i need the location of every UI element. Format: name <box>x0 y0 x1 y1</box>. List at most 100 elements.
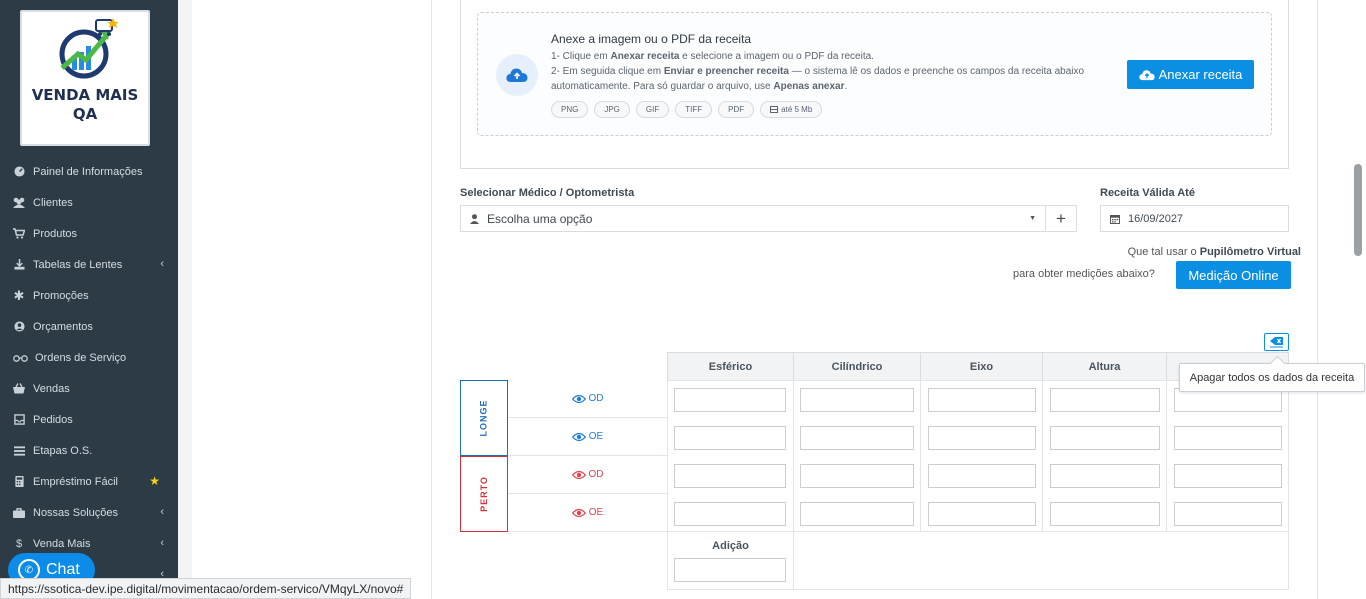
sidebar-item-etapas[interactable]: Etapas O.S. <box>0 435 178 466</box>
longe-oe-cilindrico-input[interactable] <box>800 426 914 450</box>
logo[interactable]: VENDA MAIS QA <box>20 10 150 146</box>
adicao-input[interactable] <box>674 558 786 582</box>
upload-text-bold: Apenas anexar <box>773 81 845 92</box>
group-perto: PERTO <box>460 456 508 532</box>
perto-oe-cilindrico-input[interactable] <box>800 502 914 526</box>
longe-oe-altura-input[interactable] <box>1050 426 1160 450</box>
cloud-upload-icon <box>1138 69 1155 80</box>
eye-label-text: OD <box>588 393 604 404</box>
upload-text-bold: Enviar e preencher receita <box>663 66 789 77</box>
basket-icon <box>12 382 26 396</box>
group-perto-label: PERTO <box>479 476 489 512</box>
star-icon: ★ <box>149 474 160 488</box>
col-divider <box>793 380 794 532</box>
sidebar-item-pedidos[interactable]: Pedidos <box>0 404 178 435</box>
download-icon <box>12 258 26 272</box>
logo-line2: QA <box>72 105 98 123</box>
sidebar-item-label: Orçamentos <box>33 320 93 333</box>
eye-label-text: OE <box>588 431 604 442</box>
sidebar-item-ordens[interactable]: Ordens de Serviço <box>0 342 178 373</box>
logo-text: VENDA MAIS QA <box>22 86 148 124</box>
eye-label-text: OE <box>588 507 604 518</box>
sidebar-item-label: Painel de Informações <box>33 165 143 178</box>
user-circle-icon <box>12 320 26 334</box>
perto-oe-altura-input[interactable] <box>1050 502 1160 526</box>
eye-label-perto-oe: OE <box>508 494 667 532</box>
perto-od-esferico-input[interactable] <box>674 464 786 488</box>
chip-jpg: JPG <box>594 101 630 118</box>
attach-button-label: Anexar receita <box>1158 67 1243 82</box>
upload-text: . <box>844 81 848 92</box>
sidebar-item-painel[interactable]: Painel de Informações <box>0 156 178 187</box>
chevron-left-icon: ‹ <box>160 537 164 549</box>
longe-od-altura-input[interactable] <box>1050 388 1160 412</box>
sidebar-item-produtos[interactable]: Produtos <box>0 218 178 249</box>
eraser-tooltip: Apagar todos os dados da receita <box>1179 363 1365 392</box>
chevron-left-icon: ‹ <box>160 506 164 518</box>
sidebar-item-orcamentos[interactable]: Orçamentos <box>0 311 178 342</box>
chip-pdf: PDF <box>718 101 755 118</box>
doctor-select[interactable]: Escolha uma opção ▼ <box>460 205 1046 232</box>
eye-label-perto-od: OD <box>508 456 667 494</box>
chip-gif: GIF <box>635 101 670 118</box>
upload-text-bold: Anexar receita <box>610 51 680 62</box>
group-longe-label: LONGE <box>478 399 489 437</box>
longe-od-esferico-input[interactable] <box>674 388 786 412</box>
longe-oe-esferico-input[interactable] <box>674 426 786 450</box>
briefcase-icon <box>12 506 26 520</box>
eye-label-longe-od: OD <box>508 380 667 418</box>
perto-oe-eixo-input[interactable] <box>928 502 1036 526</box>
sidebar-item-label: Ordens de Serviço <box>35 351 127 364</box>
file-type-chips: PNG JPG GIF TIFF PDF até 5 Mb <box>551 101 823 118</box>
sidebar-item-emprestimo[interactable]: Empréstimo Fácil ★ <box>0 466 178 497</box>
pupilometer-text-a: Que tal usar o <box>1127 246 1200 258</box>
col-header-esferico: Esférico <box>667 352 794 381</box>
perto-od-cilindrico-input[interactable] <box>800 464 914 488</box>
clear-prescription-button[interactable] <box>1264 333 1289 351</box>
longe-od-eixo-input[interactable] <box>928 388 1036 412</box>
validity-date-input[interactable]: 16/09/2027 <box>1100 205 1289 232</box>
panel-border-left <box>431 0 432 599</box>
sidebar-item-solucoes[interactable]: Nossas Soluções ‹ <box>0 497 178 528</box>
longe-od-cilindrico-input[interactable] <box>800 388 914 412</box>
perto-od-extra-input[interactable] <box>1174 464 1282 488</box>
upload-title: Anexe a imagem ou o PDF da receita <box>551 32 752 46</box>
database-icon <box>770 106 779 113</box>
perto-oe-extra-input[interactable] <box>1174 502 1282 526</box>
status-bar-url: https://ssotica-dev.ipe.digital/moviment… <box>0 578 412 599</box>
sidebar-item-promocoes[interactable]: ✱ Promoções <box>0 280 178 311</box>
col-header-altura: Altura <box>1042 352 1167 381</box>
perto-oe-esferico-input[interactable] <box>674 502 786 526</box>
col-divider <box>1166 380 1167 532</box>
add-doctor-button[interactable]: + <box>1045 205 1077 232</box>
asterisk-icon: ✱ <box>13 287 25 303</box>
pupilometer-text-c: para obter medições abaixo? <box>1013 268 1155 280</box>
doctor-select-value: Escolha uma opção <box>487 211 593 226</box>
longe-oe-extra-input[interactable] <box>1174 426 1282 450</box>
sidebar-item-label: Nossas Soluções <box>33 506 118 519</box>
sidebar-item-label: Clientes <box>33 196 73 209</box>
inbox-icon <box>12 413 26 427</box>
eraser-icon <box>1270 337 1283 348</box>
user-icon <box>470 213 479 224</box>
sidebar-item-clientes[interactable]: Clientes <box>0 187 178 218</box>
pupilometer-text-bold: Pupilômetro Virtual <box>1199 246 1301 258</box>
chip-png: PNG <box>551 101 589 118</box>
chip-size: até 5 Mb <box>760 101 823 118</box>
longe-oe-eixo-input[interactable] <box>928 426 1036 450</box>
attach-prescription-button[interactable]: Anexar receita <box>1127 60 1254 89</box>
sidebar-item-tabelas[interactable]: Tabelas de Lentes ‹ <box>0 249 178 280</box>
perto-od-altura-input[interactable] <box>1050 464 1160 488</box>
page-scrollbar-thumb[interactable] <box>1354 164 1362 256</box>
sidebar-item-vendas[interactable]: Vendas <box>0 373 178 404</box>
upload-instruction-3: automaticamente. Para só guardar o arqui… <box>551 79 1111 94</box>
perto-od-eixo-input[interactable] <box>928 464 1036 488</box>
upload-text: 1- Clique em <box>551 51 611 62</box>
list-icon <box>12 444 26 458</box>
online-measurement-button[interactable]: Medição Online <box>1176 261 1291 289</box>
chip-tiff: TIFF <box>675 101 713 118</box>
growth-chart-logo-icon <box>59 18 119 79</box>
sidebar-item-label: Promoções <box>33 289 89 302</box>
sidebar-item-label: Venda Mais <box>33 537 91 550</box>
eye-label-text: OD <box>588 469 604 480</box>
